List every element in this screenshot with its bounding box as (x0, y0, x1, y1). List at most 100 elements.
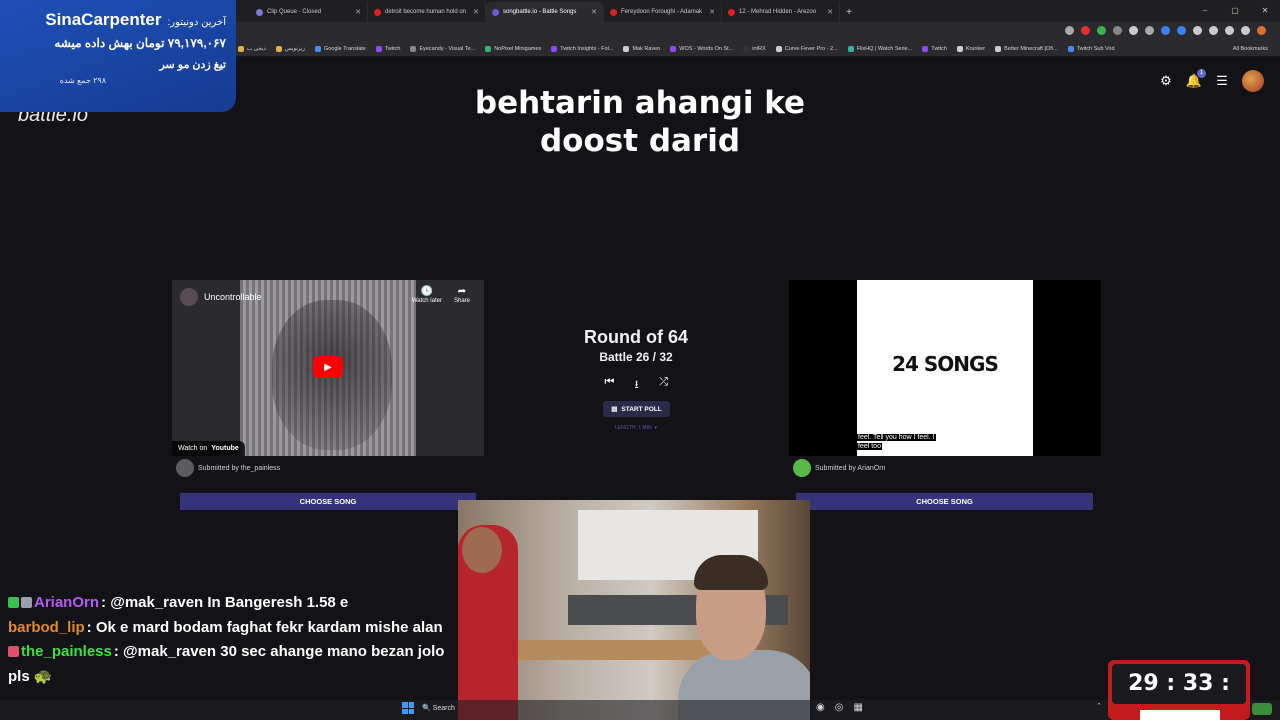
extension-icon[interactable] (1129, 26, 1138, 35)
all-bookmarks-button[interactable]: All Bookmarks (1233, 46, 1268, 52)
chat-username[interactable]: the_painless (21, 643, 112, 660)
share-button[interactable]: ➦ Share (454, 286, 470, 304)
extension-icon[interactable] (1209, 26, 1218, 35)
channel-avatar[interactable] (180, 288, 198, 306)
browser-tab[interactable]: Fereydoon Foroughi - Adamak ✕ (604, 2, 722, 22)
bookmark-item[interactable]: Mak Raven (623, 46, 660, 52)
bookmark-item[interactable]: intRX (743, 46, 766, 52)
windows-start-icon[interactable] (402, 702, 414, 714)
bookmark-label: Better Minecraft [Ofi... (1004, 46, 1058, 52)
bookmark-item[interactable]: Twitch (922, 46, 947, 52)
gear-icon[interactable]: ⚙ (1158, 73, 1174, 89)
taskbar-search[interactable]: 🔍 Search (422, 701, 462, 717)
close-tab-icon[interactable]: ✕ (827, 8, 833, 16)
extension-icon[interactable] (1161, 26, 1170, 35)
bookmark-item[interactable]: Curve Fever Pro - 2... (775, 46, 838, 52)
chat-message: ArianOrn: @mak_raven In Bangeresh 1.58 e (8, 591, 456, 616)
bookmark-favicon-icon (410, 46, 417, 52)
extension-icon[interactable] (1241, 26, 1250, 35)
poll-length-select[interactable]: LENGTH: 1 MIN. ▾ (596, 425, 676, 431)
bookmark-item[interactable]: NoPixel Minigames (485, 46, 541, 52)
extension-icon[interactable] (1177, 26, 1186, 35)
start-poll-button[interactable]: ▤ START POLL (603, 401, 670, 417)
chrome-icon[interactable]: ◉ (816, 702, 825, 713)
bookmark-item[interactable]: دیجی ب (238, 46, 266, 52)
extension-icon[interactable] (1081, 26, 1090, 35)
chat-badge-icon (21, 597, 32, 608)
new-tab-button[interactable]: + (840, 2, 858, 22)
album-art: 24 SONGS (857, 280, 1033, 456)
bookmark-item[interactable]: Better Minecraft [Ofi... (995, 46, 1058, 52)
previous-icon[interactable]: ⏮ (603, 376, 616, 395)
left-submitter: Submitted by the_painless (176, 459, 280, 477)
bookmark-item[interactable]: Twitch Insights - Fol... (551, 46, 613, 52)
bookmark-label: Krunker (965, 46, 986, 52)
stream-timer: 29 : 33 : 03 (1108, 660, 1250, 720)
donation-collected: ۲۹۸ جمع شده (59, 76, 106, 85)
bookmark-favicon-icon (551, 46, 558, 52)
menu-icon[interactable]: ☰ (1214, 73, 1230, 89)
bookmark-item[interactable]: Twitch (375, 46, 400, 52)
bookmark-favicon-icon (375, 46, 382, 52)
close-window-button[interactable]: ✕ (1250, 0, 1280, 22)
donation-overlay: آخرین دونیتور: SinaCarpenter ۷۹,۱۷۹,۰۶۷ … (0, 0, 236, 112)
browser-tab[interactable]: detroit become human hold on ✕ (368, 2, 486, 22)
video-title[interactable]: Uncontrollable (204, 292, 262, 302)
bookmark-favicon-icon (743, 46, 750, 52)
bookmark-item[interactable]: Krunker (956, 46, 986, 52)
play-button[interactable]: ▶ (313, 356, 343, 378)
watch-on-label: Watch on (178, 445, 208, 452)
shuffle-icon[interactable]: ⤮ (657, 376, 670, 395)
browser-tab[interactable]: Clip Queue - Closed ✕ (250, 2, 368, 22)
chat-overlay: ArianOrn: @mak_raven In Bangeresh 1.58 e… (8, 591, 456, 689)
chat-username[interactable]: ArianOrn (34, 594, 99, 611)
bookmark-label: Twitch (931, 46, 947, 52)
left-song-player[interactable]: Uncontrollable 🕓 Watch later ➦ Share ▶ Wat… (172, 280, 484, 456)
bookmark-item[interactable]: FlixHQ | Watch Serie... (847, 46, 912, 52)
app-icon[interactable]: ◎ (835, 702, 844, 713)
extension-icon[interactable] (1065, 26, 1074, 35)
chat-separator: : (101, 594, 111, 611)
bookmark-item[interactable]: زیرنویس (275, 46, 305, 52)
extension-icon[interactable] (1113, 26, 1122, 35)
avatar[interactable] (1242, 70, 1264, 92)
maximize-button[interactable]: ▢ (1220, 0, 1250, 22)
bookmark-label: زیرنویس (284, 46, 305, 52)
close-tab-icon[interactable]: ✕ (473, 8, 479, 16)
choose-left-song-button[interactable]: CHOOSE SONG (180, 493, 476, 510)
browser-tab[interactable]: songbattle.io - Battle Songs ✕ (486, 2, 604, 22)
watch-on-youtube-button[interactable]: Watch on Youtube (172, 441, 245, 456)
extension-icon[interactable] (1257, 26, 1266, 35)
bookmark-item[interactable]: Twitch Sub Vod (1067, 46, 1115, 52)
tab-title: Clip Queue - Closed (267, 9, 322, 15)
bookmark-label: intRX (752, 46, 766, 52)
extension-icon[interactable] (1225, 26, 1234, 35)
close-tab-icon[interactable]: ✕ (591, 8, 597, 16)
bookmark-item[interactable]: Google Translate (314, 46, 366, 52)
tab-favicon-icon (256, 8, 263, 16)
choose-right-song-button[interactable]: CHOOSE SONG (796, 493, 1093, 510)
bookmark-item[interactable]: Eyecandy - Visual Te... (410, 46, 475, 52)
webcam-overlay (458, 500, 810, 720)
tray-app-icon[interactable] (1252, 703, 1272, 715)
bell-icon[interactable]: 🔔 1 (1186, 69, 1206, 89)
close-tab-icon[interactable]: ✕ (709, 8, 715, 16)
chat-username[interactable]: barbod_lip (8, 619, 85, 636)
download-icon[interactable]: ⭳ (630, 376, 643, 395)
bookmark-label: Twitch Sub Vod (1076, 46, 1115, 52)
tray-chevron-icon[interactable]: ⌃ (1096, 702, 1102, 710)
bookmark-item[interactable]: WOS - Words On St... (670, 46, 733, 52)
bookmark-favicon-icon (314, 46, 321, 52)
donation-goal: تیغ زدن مو سر (159, 59, 226, 71)
extension-icon[interactable] (1097, 26, 1106, 35)
close-tab-icon[interactable]: ✕ (355, 8, 361, 16)
watch-later-button[interactable]: 🕓 Watch later (412, 286, 442, 304)
calculator-icon[interactable]: ▦ (853, 702, 862, 713)
extension-icon[interactable] (1193, 26, 1202, 35)
right-song-player[interactable]: 24 SONGS feel. Tell you how I feel. I fe… (789, 280, 1101, 456)
round-label: Round of 64 (584, 327, 688, 347)
browser-tab[interactable]: 12 - Mehrad Hidden - Arezoo ✕ (722, 2, 840, 22)
video-caption: feel. Tell you how I feel. I feel too (857, 433, 936, 451)
minimize-button[interactable]: – (1190, 0, 1220, 22)
extension-icon[interactable] (1145, 26, 1154, 35)
